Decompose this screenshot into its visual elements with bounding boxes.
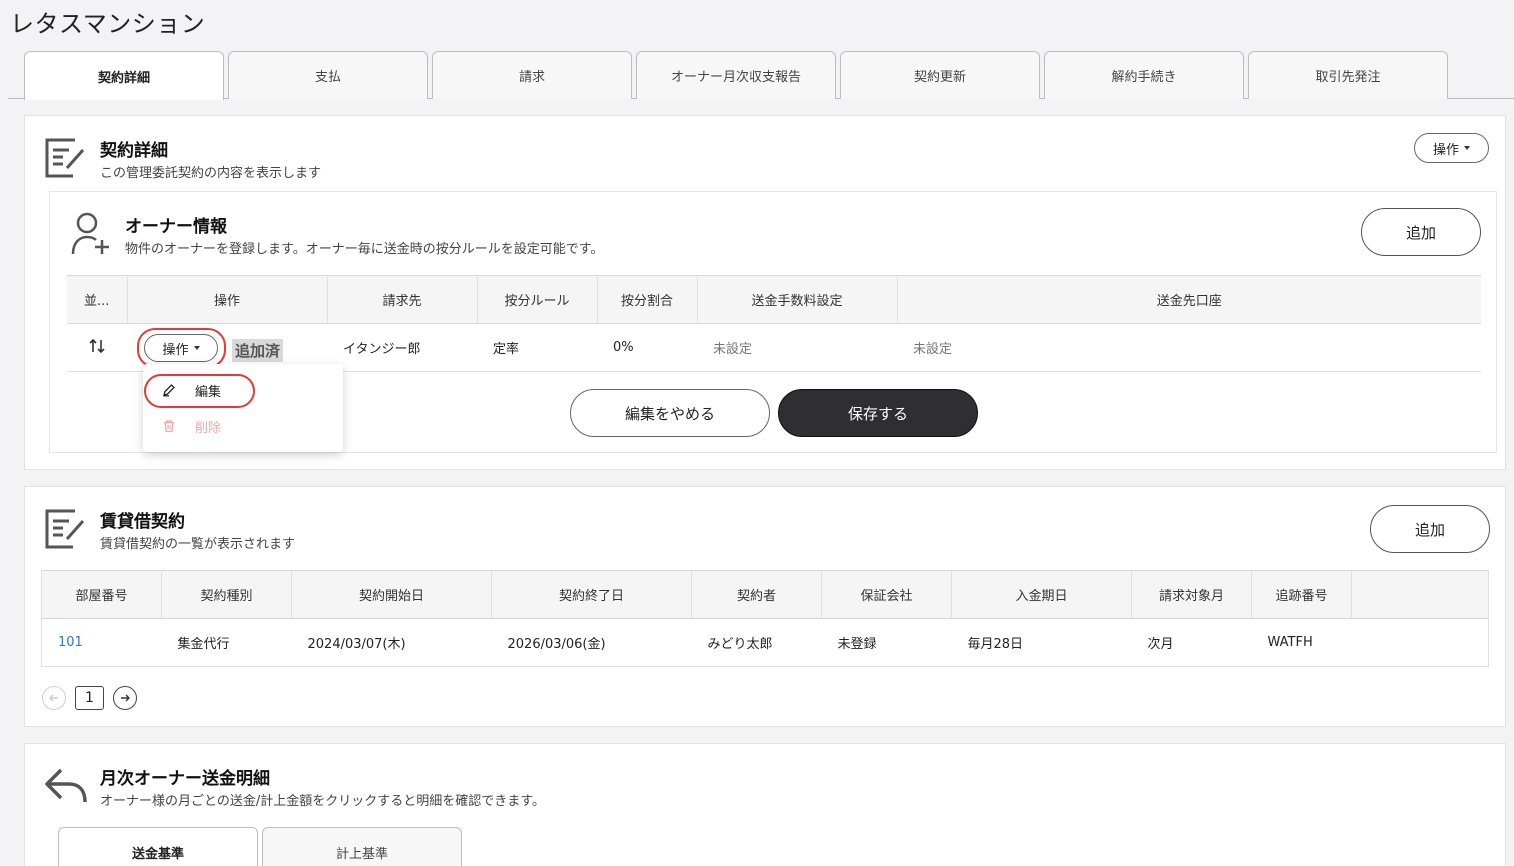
document-edit-icon	[45, 509, 85, 549]
sort-cell	[67, 323, 127, 372]
fee-cell: 未設定	[697, 323, 897, 372]
owner-info-title: オーナー情報	[125, 217, 227, 237]
tab-contract-details[interactable]: 契約詳細	[24, 51, 224, 100]
col-room: 部屋番号	[41, 570, 162, 619]
table-row[interactable]: 101 集金代行 2024/03/07(木) 2026/03/06(金) みどり…	[41, 618, 1489, 667]
added-badge: 追加済	[232, 339, 284, 362]
tab-remit-basis[interactable]: 送金基準	[58, 827, 258, 866]
col-tracking: 追跡番号	[1251, 570, 1352, 619]
add-lease-button[interactable]: 追加	[1370, 505, 1490, 553]
contract-details-title: 契約詳細	[100, 141, 168, 161]
page: レタスマンション 契約詳細 支払 請求 オーナー月次収支報告 契約更新 解約手続…	[0, 0, 1514, 866]
trash-icon	[164, 420, 174, 433]
pencil-icon	[163, 384, 175, 397]
lease-contracts-card: 賃貸借契約 賃貸借契約の一覧が表示されます 追加 部屋番号 契約種別 契約開始日…	[24, 486, 1506, 727]
col-action: 操作	[127, 275, 328, 324]
col-account: 送金先口座	[897, 275, 1481, 324]
arrow-left-icon	[49, 694, 58, 702]
col-ratio: 按分割合	[597, 275, 698, 324]
document-edit-icon	[45, 138, 85, 178]
col-due: 入金期日	[951, 570, 1132, 619]
owner-row-action-label: 操作	[162, 342, 189, 358]
reply-arrow-icon	[45, 768, 87, 803]
remittance-card: 月次オーナー送金明細 オーナー様の月ごとの送金/計上金額をクリックすると明細を確…	[24, 743, 1506, 866]
menu-item-edit-label: 編集	[195, 384, 222, 400]
col-fee: 送金手数料設定	[697, 275, 898, 324]
row-action-menu: 編集 削除	[143, 364, 343, 452]
owner-info-subtitle: 物件のオーナーを登録します。オーナー毎に送金時の按分ルールを設定可能です。	[125, 242, 604, 257]
tab-payment[interactable]: 支払	[228, 51, 428, 99]
add-user-icon	[71, 212, 109, 255]
caret-down-icon	[193, 346, 200, 350]
owner-table-header: 並... 操作 請求先 按分ルール 按分割合 送金手数料設定 送金先口座	[67, 275, 1481, 324]
extra-cell	[1351, 618, 1489, 667]
remittance-title: 月次オーナー送金明細	[100, 769, 270, 789]
col-start: 契約開始日	[291, 570, 492, 619]
pager-next-button[interactable]	[113, 686, 137, 710]
contract-action-label: 操作	[1432, 142, 1459, 158]
rule-cell: 定率	[477, 323, 597, 372]
target-month-cell: 次月	[1131, 618, 1252, 667]
col-end: 契約終了日	[491, 570, 692, 619]
contract-action-button[interactable]: 操作	[1414, 133, 1489, 163]
lease-start-cell: 2024/03/07(木)	[291, 618, 492, 667]
lease-title: 賃貸借契約	[100, 512, 185, 532]
col-rule: 按分ルール	[477, 275, 598, 324]
save-button[interactable]: 保存する	[778, 389, 978, 437]
cancel-edit-button[interactable]: 編集をやめる	[570, 389, 770, 437]
add-owner-button[interactable]: 追加	[1361, 208, 1481, 256]
guarantor-cell: 未登録	[821, 618, 952, 667]
menu-item-edit[interactable]: 編集	[143, 375, 343, 405]
col-billing: 請求先	[327, 275, 478, 324]
tab-cancellation[interactable]: 解約手続き	[1044, 51, 1244, 99]
tracking-cell: WATFH	[1251, 618, 1352, 667]
col-type: 契約種別	[161, 570, 292, 619]
lease-end-cell: 2026/03/06(金)	[491, 618, 692, 667]
col-sort: 並...	[67, 275, 128, 324]
page-title: レタスマンション	[10, 10, 206, 38]
tab-owner-monthly-report[interactable]: オーナー月次収支報告	[636, 51, 836, 99]
tab-billing[interactable]: 請求	[432, 51, 632, 99]
pager-prev-button[interactable]	[42, 686, 66, 710]
tab-vendor-order[interactable]: 取引先発注	[1248, 51, 1448, 99]
col-extra	[1351, 570, 1489, 619]
col-guarantor: 保証会社	[821, 570, 952, 619]
menu-item-delete-label: 削除	[195, 420, 222, 436]
owner-row-action-button[interactable]: 操作	[144, 334, 218, 362]
sort-arrows-icon[interactable]	[88, 337, 106, 355]
room-link[interactable]: 101	[41, 618, 162, 667]
ratio-cell: 0%	[597, 323, 697, 372]
account-cell: 未設定	[897, 323, 1481, 372]
lease-subtitle: 賃貸借契約の一覧が表示されます	[100, 537, 296, 552]
tab-bar: 契約詳細 支払 請求 オーナー月次収支報告 契約更新 解約手続き 取引先発注	[8, 51, 1514, 100]
menu-item-delete[interactable]: 削除	[143, 411, 343, 441]
due-cell: 毎月28日	[951, 618, 1132, 667]
tab-accrual-basis[interactable]: 計上基準	[262, 827, 462, 866]
remittance-subtitle: オーナー様の月ごとの送金/計上金額をクリックすると明細を確認できます。	[100, 794, 545, 809]
col-target-month: 請求対象月	[1131, 570, 1252, 619]
tenant-cell: みどり太郎	[691, 618, 822, 667]
tab-contract-renewal[interactable]: 契約更新	[840, 51, 1040, 99]
lease-type-cell: 集金代行	[161, 618, 292, 667]
lease-table: 部屋番号 契約種別 契約開始日 契約終了日 契約者 保証会社 入金期日 請求対象…	[41, 570, 1489, 667]
arrow-right-icon	[121, 694, 130, 702]
billing-cell: イタンジー郎	[327, 323, 477, 372]
lease-table-header: 部屋番号 契約種別 契約開始日 契約終了日 契約者 保証会社 入金期日 請求対象…	[41, 570, 1489, 619]
caret-down-icon	[1464, 146, 1470, 150]
contract-details-subtitle: この管理委託契約の内容を表示します	[100, 166, 322, 181]
pager-page-1[interactable]: 1	[75, 686, 104, 710]
col-tenant: 契約者	[691, 570, 822, 619]
